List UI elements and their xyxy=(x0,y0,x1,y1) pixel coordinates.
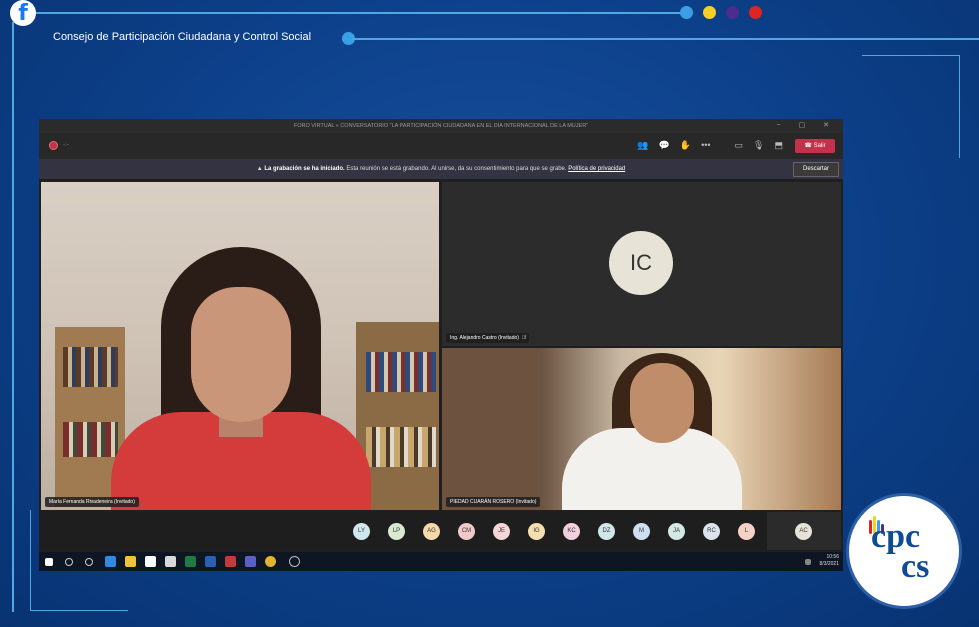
windows-start-icon[interactable] xyxy=(45,558,53,566)
participant-avatar[interactable]: JA xyxy=(668,523,685,540)
participant-avatar: AC xyxy=(795,523,812,540)
windows-taskbar: 10:56 8/3/2021 xyxy=(39,552,843,571)
participant-face xyxy=(630,363,694,443)
participants-strip: LY LP AG CM JE IG KC DZ M JA RC L AC xyxy=(41,512,841,550)
corner-line-top xyxy=(862,55,960,56)
excel-icon[interactable] xyxy=(185,556,196,567)
header-dot-yellow xyxy=(703,6,716,19)
teams-icon[interactable] xyxy=(245,556,256,567)
taskbar-clock[interactable]: 10:56 8/3/2021 xyxy=(820,554,839,568)
participant-avatar[interactable]: LP xyxy=(388,523,405,540)
participant-avatar[interactable]: LY xyxy=(353,523,370,540)
edge-icon[interactable] xyxy=(105,556,116,567)
corner-line-bottom xyxy=(30,610,128,611)
logo-text-top: cpc xyxy=(871,518,921,555)
phone-hangup-icon: ☎ xyxy=(804,143,812,149)
header-dot-red xyxy=(749,6,762,19)
banner-bold: La grabación se ha iniciado. xyxy=(264,166,345,172)
dismiss-button[interactable]: Descartar xyxy=(793,162,839,177)
mic-off-icon: 🎙̸ xyxy=(520,335,526,341)
toolbar-icons: 👥 💬 ✋ ••• ▭ 🎙 ⬒ xyxy=(637,140,783,151)
header-top-line xyxy=(36,12,686,14)
books-left-2 xyxy=(63,422,118,457)
participant-avatar[interactable]: JE xyxy=(493,523,510,540)
clock-time: 10:56 xyxy=(826,554,839,560)
window-title: FORO VIRTUAL « CONVERSATORIO "LA PARTICI… xyxy=(293,123,589,129)
participant-avatar[interactable]: KC xyxy=(563,523,580,540)
search-icon[interactable] xyxy=(65,558,73,566)
participant-avatar[interactable]: IG xyxy=(528,523,545,540)
ic-participant-nametag: Ing. Alejandro Castro (Invitado) 🎙̸ xyxy=(446,333,530,343)
clock-date: 8/3/2021 xyxy=(819,561,839,567)
share-screen-icon[interactable]: ⬒ xyxy=(774,140,783,151)
recording-icon xyxy=(49,141,58,150)
teams-meeting-window: FORO VIRTUAL « CONVERSATORIO "LA PARTICI… xyxy=(39,119,843,571)
participant-avatar[interactable]: DZ xyxy=(598,523,615,540)
app-icon[interactable] xyxy=(225,556,236,567)
camera-icon[interactable]: ▭ xyxy=(735,140,744,151)
title-line xyxy=(352,38,979,40)
banner-text: Esta reunión se está grabando. Al unirse… xyxy=(346,166,567,172)
ic-name-label: Ing. Alejandro Castro (Invitado) xyxy=(450,335,519,341)
books-right-2 xyxy=(366,427,436,467)
main-participant-nametag: María Fernanda Rivadeneira (Invitado) xyxy=(45,497,139,507)
header-dot-purple xyxy=(726,6,739,19)
word-icon[interactable] xyxy=(205,556,216,567)
books-left xyxy=(63,347,118,387)
participants-icon[interactable]: 👥 xyxy=(637,140,648,151)
background-frame: f Consejo de Participación Ciudadana y C… xyxy=(0,0,979,627)
corner-line-right xyxy=(959,55,960,158)
cpccs-logo: cpc cs xyxy=(846,493,962,609)
books-right xyxy=(366,352,436,392)
left-border-line xyxy=(12,22,14,612)
participant-face xyxy=(191,287,291,422)
participant-avatar[interactable]: AG xyxy=(423,523,440,540)
recording-time: -:- xyxy=(63,142,69,148)
participant-avatar[interactable]: CM xyxy=(458,523,475,540)
more-icon[interactable]: ••• xyxy=(701,140,710,151)
reactions-icon[interactable]: ✋ xyxy=(680,140,691,151)
participant-avatar[interactable]: L xyxy=(738,523,755,540)
avatar: IC xyxy=(609,231,673,295)
network-icon[interactable] xyxy=(805,559,811,565)
logo-text-bottom: cs xyxy=(901,548,930,585)
meeting-toolbar: -:- 👥 💬 ✋ ••• ▭ 🎙 ⬒ ☎ Salir xyxy=(39,133,843,159)
header-dot-blue xyxy=(680,6,693,19)
corner-line-left xyxy=(30,510,31,610)
mail-icon[interactable] xyxy=(165,556,176,567)
wooden-door xyxy=(442,348,537,510)
app-icon[interactable] xyxy=(289,556,300,567)
extra-participant-tile[interactable]: AC xyxy=(767,512,841,550)
store-icon[interactable] xyxy=(145,556,156,567)
cortana-icon[interactable] xyxy=(85,558,93,566)
leave-button[interactable]: ☎ Salir xyxy=(795,139,835,153)
microphone-icon[interactable]: 🎙 xyxy=(753,140,764,151)
chrome-icon[interactable] xyxy=(265,556,276,567)
video-third-participant[interactable]: PIEDAD CUARÁN ROSERO (Invitado) xyxy=(442,348,841,510)
video-main-participant[interactable]: María Fernanda Rivadeneira (Invitado) xyxy=(41,182,439,510)
recording-banner: ▲ La grabación se ha iniciado. Esta reun… xyxy=(39,159,843,179)
video-ic-participant[interactable]: IC Ing. Alejandro Castro (Invitado) 🎙̸ xyxy=(442,182,841,346)
file-explorer-icon[interactable] xyxy=(125,556,136,567)
window-titlebar: FORO VIRTUAL « CONVERSATORIO "LA PARTICI… xyxy=(39,119,843,133)
privacy-link[interactable]: Política de privacidad xyxy=(568,166,625,172)
warning-icon: ▲ xyxy=(256,166,263,172)
organization-title: Consejo de Participación Ciudadana y Con… xyxy=(53,31,312,43)
third-participant-nametag: PIEDAD CUARÁN ROSERO (Invitado) xyxy=(446,497,541,507)
participant-avatar[interactable]: RC xyxy=(703,523,720,540)
window-controls[interactable]: − ▢ ✕ xyxy=(777,119,837,133)
chat-icon[interactable]: 💬 xyxy=(659,140,670,151)
participant-avatar[interactable]: M xyxy=(633,523,650,540)
leave-label: Salir xyxy=(813,143,826,149)
